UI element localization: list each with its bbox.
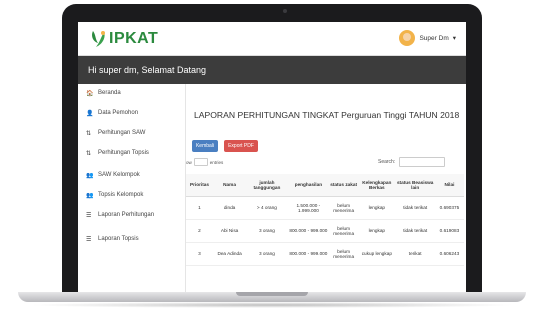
top-navbar: IPKAT Super Dm ▾ (78, 22, 466, 56)
sort-icon: ⇅ (86, 131, 92, 137)
table-cell: 0.606243 (434, 242, 464, 266)
table-header-row: Prioritas Nama jumlah tanggungan penghasila… (186, 174, 464, 197)
caret-down-icon: ▾ (452, 35, 456, 42)
table-cell: cukup lengkap (358, 242, 396, 266)
column-header[interactable]: status Beasiswa lain (395, 174, 435, 197)
table-cell: 1.500.000 - 1.999.000 (287, 196, 330, 220)
laptop-notch (236, 292, 308, 296)
avatar (399, 30, 416, 46)
table-cell: lengkap (358, 219, 396, 243)
table-cell: 0.619083 (434, 219, 464, 243)
sidebar-item[interactable]: ⇅ Perhitungan SAW (78, 130, 145, 150)
table-cell: terikat (395, 242, 435, 266)
sidebar-item[interactable]: 👤 Data Pemohon (78, 110, 138, 130)
table-cell: lengkap (358, 196, 396, 220)
laptop-shadow (28, 302, 516, 308)
sort-icon: ⇅ (86, 151, 92, 157)
table-cell: 3 orang (246, 242, 288, 266)
table-cell: 800.000 - 999.000 (287, 242, 330, 266)
table-cell: 2 (186, 219, 213, 243)
sidebar-item-label: SAW Kelompok (98, 172, 140, 178)
logo-text: IPKAT (109, 30, 159, 47)
table-cell: belum menerima (329, 196, 359, 220)
sidebar-item-label: Data Pemohon (98, 110, 139, 116)
export-pdf-button[interactable]: Export PDF (224, 140, 258, 152)
column-header[interactable]: Prioritas (186, 174, 213, 197)
table-cell: Dea Adinda (212, 242, 247, 266)
sidebar-item-label: Perhitungan Topsis (98, 150, 149, 156)
list-icon: ☰ (86, 237, 92, 243)
app-screen: IPKAT Super Dm ▾ Hi super dm, Selamat Da… (78, 22, 466, 292)
main-content: LAPORAN PERHITUNGAN TINGKAT Perguruan Ti… (186, 84, 466, 292)
table-cell: tidak terikat (395, 219, 435, 243)
welcome-banner: Hi super dm, Selamat Datang (78, 56, 466, 84)
sidebar-item[interactable]: 👥 Topsis Kelompok (78, 192, 143, 212)
group-icon: 👥 (86, 193, 94, 199)
table-body: 1 dinda > 4 orang 1.500.000 - 1.999.000 belu… (186, 196, 464, 266)
sidebar-item-label: Laporan Topsis (98, 236, 139, 242)
table-cell: 3 orang (246, 219, 288, 243)
back-button[interactable]: Kembali (192, 140, 218, 152)
logo-mark-icon (90, 29, 108, 49)
table-cell: 800.000 - 999.000 (287, 219, 330, 243)
group-icon: 👥 (86, 173, 94, 179)
sidebar-item[interactable]: 👥 SAW Kelompok (78, 172, 140, 192)
table-cell: 1 (186, 196, 213, 220)
sidebar: 🏠 Beranda 👤 Data Pemohon ⇅ Perhitungan SAW ⇅ Pe… (78, 84, 186, 292)
column-header[interactable]: jumlah tanggungan (246, 174, 288, 197)
table-row: 1 dinda > 4 orang 1.500.000 - 1.999.000 belu… (186, 196, 464, 220)
sidebar-item[interactable]: ☰ Laporan Perhitungan (78, 212, 154, 232)
column-header[interactable]: Kelengkapan Berkas (358, 174, 396, 197)
entries-select[interactable] (193, 158, 208, 166)
table-cell: tidak terikat (395, 196, 435, 220)
report-table: Prioritas Nama jumlah tanggungan penghasila… (186, 174, 464, 266)
sidebar-item[interactable]: 🏠 Beranda (78, 90, 121, 110)
sidebar-item[interactable]: ☰ Laporan Topsis (78, 236, 139, 256)
home-icon: 🏠 (86, 91, 94, 97)
user-name: Super Dm (419, 34, 449, 42)
laptop-mockup: IPKAT Super Dm ▾ Hi super dm, Selamat Da… (0, 0, 544, 316)
sidebar-item[interactable]: ⇅ Perhitungan Topsis (78, 150, 149, 170)
table-row: 3 Dea Adinda 3 orang 800.000 - 999.000 belum… (186, 242, 464, 266)
search-input[interactable] (399, 157, 446, 167)
sidebar-item-label: Laporan Perhitungan (98, 212, 155, 218)
table-cell: > 4 orang (246, 196, 288, 220)
list-icon: ☰ (86, 213, 92, 219)
show-label: ow (186, 159, 192, 165)
table-cell: dinda (212, 196, 247, 220)
camera-icon (283, 9, 287, 13)
user-icon: 👤 (86, 111, 94, 117)
search-label: Search: (378, 159, 396, 165)
table-cell: belum menerima (329, 219, 359, 243)
column-header[interactable]: status zakat (329, 174, 359, 197)
sidebar-item-label: Topsis Kelompok (98, 192, 144, 198)
user-menu[interactable]: Super Dm ▾ (399, 30, 456, 46)
table-cell: Abi Nisa (212, 219, 247, 243)
entries-label: entries (209, 159, 224, 165)
table-cell: 3 (186, 242, 213, 266)
column-header[interactable]: Nama (212, 174, 247, 197)
table-search: Search: (378, 157, 446, 167)
page-title: LAPORAN PERHITUNGAN TINGKAT Perguruan Ti… (194, 110, 460, 120)
entries-length-control: ow entries (186, 158, 223, 166)
table-cell: 0.690375 (434, 196, 464, 220)
table-row: 2 Abi Nisa 3 orang 800.000 - 999.000 belum m… (186, 219, 464, 243)
sidebar-item-label: Perhitungan SAW (98, 130, 146, 136)
column-header[interactable]: Nilai (434, 174, 464, 197)
app-logo[interactable]: IPKAT (90, 28, 158, 50)
sidebar-item-label: Beranda (98, 90, 121, 96)
table-cell: belum menerima (329, 242, 359, 266)
column-header[interactable]: penghasilan (287, 174, 330, 197)
